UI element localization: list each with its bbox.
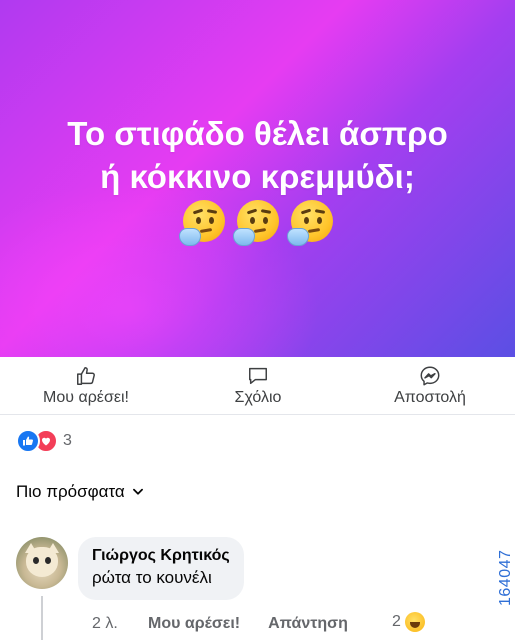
- post-text-line-2: ή κόκκινο κρεμμύδι;: [100, 158, 415, 195]
- comment-reactions[interactable]: 2: [392, 612, 425, 632]
- laugh-reaction-icon: [404, 612, 425, 632]
- like-reaction-icon: [16, 429, 40, 453]
- post-background-card: Το στιφάδο θέλει άσπρο ή κόκκινο κρεμμύδ…: [0, 0, 515, 357]
- watermark: 164047: [497, 549, 514, 606]
- comment-bubble-icon: [249, 367, 267, 385]
- thinking-face-icon: [286, 200, 333, 246]
- comment-reply-button[interactable]: Απάντηση: [268, 615, 348, 633]
- emoji-row: [0, 200, 515, 247]
- post-text: Το στιφάδο θέλει άσπρο ή κόκκινο κρεμμύδ…: [0, 112, 515, 198]
- send-button-label: Αποστολή: [394, 389, 466, 406]
- reactions-summary[interactable]: 3: [16, 429, 72, 453]
- like-button[interactable]: Μου αρέσει!: [34, 365, 138, 407]
- post-text-line-1: Το στιφάδο θέλει άσπρο: [67, 115, 448, 152]
- thumbs-up-icon: [77, 367, 95, 385]
- comment-sort-dropdown[interactable]: Πιο πρόσφατα: [16, 482, 145, 502]
- comment-button[interactable]: Σχόλιο: [220, 365, 296, 407]
- comment-text: ρώτα το κουνέλι: [92, 568, 212, 587]
- comment-meta: 2 λ. Μου αρέσει! Απάντηση: [92, 612, 348, 636]
- post-action-bar: Μου αρέσει! Σχόλιο Αποστολή: [0, 357, 515, 415]
- thinking-face-icon: [232, 200, 279, 246]
- avatar[interactable]: [16, 537, 68, 589]
- comment-like-button[interactable]: Μου αρέσει!: [148, 615, 240, 633]
- comment-reaction-count: 2: [392, 613, 401, 630]
- send-button[interactable]: Αποστολή: [385, 365, 475, 407]
- comment-button-label: Σχόλιο: [234, 389, 282, 406]
- thinking-face-icon: [178, 200, 225, 246]
- comment-author[interactable]: Γιώργος Κρητικός: [92, 546, 230, 566]
- comment-bubble: Γιώργος Κρητικός ρώτα το κουνέλι: [78, 537, 244, 600]
- messenger-icon: [420, 366, 440, 386]
- chevron-down-icon: [132, 488, 143, 495]
- sort-label: Πιο πρόσφατα: [16, 482, 125, 501]
- reaction-count: 3: [63, 432, 72, 449]
- comment-time: 2 λ.: [92, 615, 118, 632]
- thread-line: [41, 596, 43, 640]
- like-button-label: Μου αρέσει!: [43, 389, 129, 406]
